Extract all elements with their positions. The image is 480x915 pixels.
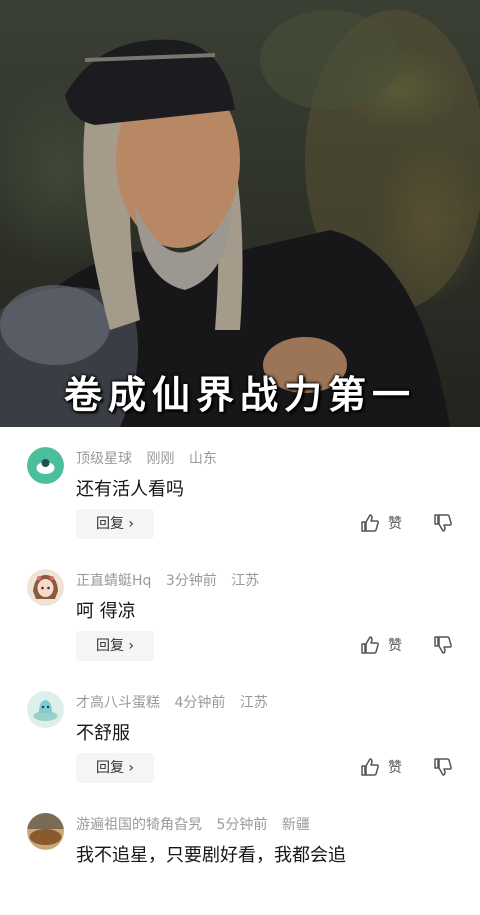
thumbs-up-icon [361, 514, 379, 532]
thumbs-down-icon [434, 636, 452, 654]
reply-label: 回复 [95, 516, 124, 532]
comment-location: 山东 [188, 451, 217, 467]
comment-time: 4分钟前 [174, 695, 226, 711]
video-subtitle: 卷成仙界战力第一 [63, 373, 416, 417]
video-frame [0, 10, 480, 427]
like-label: 赞 [388, 760, 402, 776]
like-button[interactable]: 赞 [360, 757, 402, 777]
comment-time: 刚刚 [146, 451, 175, 467]
comment-location: 江苏 [231, 573, 260, 589]
comment-meta: 正直蜻蜓Hq 3分钟前 江苏 [76, 570, 269, 590]
comment-username[interactable]: 正直蜻蜓Hq [76, 573, 151, 589]
thumbs-up-icon [361, 636, 379, 654]
comment-item: 顶级星球 刚刚 山东 还有活人看吗 回复 › 赞 [0, 427, 480, 549]
comment-text: 还有活人看吗 [76, 479, 184, 500]
comment-meta: 才高八斗蛋糕 4分钟前 江苏 [76, 692, 278, 712]
avatar[interactable] [27, 691, 64, 728]
like-button[interactable]: 赞 [360, 635, 402, 655]
comment-username[interactable]: 才高八斗蛋糕 [76, 695, 160, 711]
avatar[interactable] [27, 447, 64, 484]
comment-meta: 顶级星球 刚刚 山东 [76, 448, 227, 468]
chevron-right-icon: › [128, 638, 135, 654]
dislike-button[interactable] [433, 635, 453, 659]
dislike-button[interactable] [433, 513, 453, 537]
like-label: 赞 [388, 516, 402, 532]
comment-username[interactable]: 顶级星球 [76, 451, 132, 467]
comment-item: 正直蜻蜓Hq 3分钟前 江苏 呵 得凉 回复 › 赞 [0, 549, 480, 671]
like-label: 赞 [388, 638, 402, 654]
thumbs-down-icon [434, 514, 452, 532]
chevron-right-icon: › [128, 516, 135, 532]
comment-username[interactable]: 游遍祖国的犄角旮旯 [76, 817, 202, 833]
comment-location: 新疆 [281, 817, 310, 833]
comment-meta: 游遍祖国的犄角旮旯 5分钟前 新疆 [76, 814, 320, 834]
comment-item: 才高八斗蛋糕 4分钟前 江苏 不舒服 回复 › 赞 [0, 671, 480, 793]
chevron-right-icon: › [128, 760, 135, 776]
comment-location: 江苏 [239, 695, 268, 711]
comment-time: 3分钟前 [165, 573, 217, 589]
thumbs-up-icon [361, 758, 379, 776]
reply-button[interactable]: 回复 › [76, 631, 154, 661]
reply-button[interactable]: 回复 › [76, 753, 154, 783]
comment-text: 呵 得凉 [76, 601, 136, 622]
dislike-button[interactable] [433, 757, 453, 781]
reply-label: 回复 [95, 760, 124, 776]
avatar[interactable] [27, 569, 64, 606]
comment-text: 我不追星，只要剧好看，我都会追 [76, 845, 346, 866]
video-player[interactable]: 卷成仙界战力第一 [0, 0, 480, 427]
avatar[interactable] [27, 813, 64, 850]
comment-time: 5分钟前 [216, 817, 268, 833]
like-button[interactable]: 赞 [360, 513, 402, 533]
thumbs-down-icon [434, 758, 452, 776]
reply-button[interactable]: 回复 › [76, 509, 154, 539]
reply-label: 回复 [95, 638, 124, 654]
comment-item: 游遍祖国的犄角旮旯 5分钟前 新疆 我不追星，只要剧好看，我都会追 [0, 793, 480, 915]
comment-text: 不舒服 [76, 723, 130, 744]
